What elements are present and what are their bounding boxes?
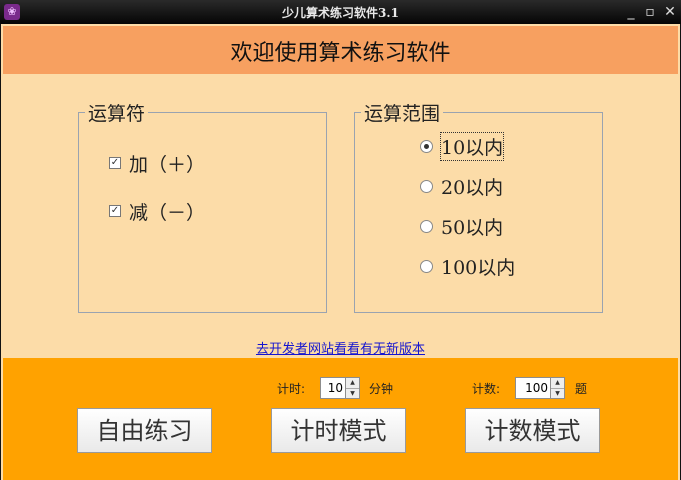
client-area: 欢迎使用算术练习软件 运算符 ✓ 加（＋） ✓ 减（－） 运算范围 10以内 2… [0,24,681,480]
radio-icon[interactable] [420,179,433,193]
checkbox-add[interactable]: ✓ 加（＋） [109,151,206,176]
radio-range-100-label: 100以内 [441,256,516,279]
radio-range-20-label: 20以内 [441,176,504,199]
title-bar[interactable]: ❀ 少儿算术练习软件3.1 _ ▫ ✕ [0,0,681,24]
mode-panel: 计时: 10 ▲ ▼ 分钟 计数: 100 ▲ ▼ 题 自由练习 计时模式 计数… [3,358,678,480]
checkbox-add-label: 加（＋） [129,153,206,176]
operators-group: 运算符 ✓ 加（＋） ✓ 减（－） [78,99,327,313]
free-practice-button[interactable]: 自由练习 [77,408,212,453]
radio-range-20[interactable]: 20以内 [420,174,504,199]
page-title: 欢迎使用算术练习软件 [230,41,451,66]
timer-label: 计时: [277,382,306,396]
window-title: 少儿算术练习软件3.1 [282,6,399,20]
radio-selected-icon[interactable] [420,139,433,153]
minimize-icon[interactable]: _ [621,2,641,22]
radio-icon[interactable] [420,219,433,233]
counter-stepper[interactable]: 100 ▲ ▼ [515,377,565,399]
timer-unit: 分钟 [369,382,394,396]
timed-mode-button[interactable]: 计时模式 [271,408,406,453]
app-window: ❀ 少儿算术练习软件3.1 _ ▫ ✕ 欢迎使用算术练习软件 运算符 ✓ 加（＋… [0,0,681,480]
spinner-arrows[interactable]: ▲ ▼ [345,378,359,398]
spinner-down-icon[interactable]: ▼ [346,389,359,399]
counter-label: 计数: [472,382,501,396]
count-mode-button[interactable]: 计数模式 [465,408,600,453]
timer-value[interactable]: 10 [321,378,345,398]
counter-value[interactable]: 100 [516,378,550,398]
spinner-arrows[interactable]: ▲ ▼ [550,378,564,398]
header-banner: 欢迎使用算术练习软件 [3,26,678,74]
checkbox-subtract[interactable]: ✓ 减（－） [109,199,206,224]
spinner-down-icon[interactable]: ▼ [551,389,564,399]
radio-range-50[interactable]: 50以内 [420,214,504,239]
radio-range-100[interactable]: 100以内 [420,254,516,279]
checkbox-checked-icon[interactable]: ✓ [109,205,121,217]
range-legend: 运算范围 [361,99,444,126]
maximize-icon[interactable]: ▫ [640,2,660,22]
range-group: 运算范围 10以内 20以内 50以内 100以内 [354,99,603,313]
operators-legend: 运算符 [85,99,149,126]
spinner-up-icon[interactable]: ▲ [346,378,359,389]
timer-stepper[interactable]: 10 ▲ ▼ [320,377,360,399]
check-update-link[interactable]: 去开发者网站看看有无新版本 [1,338,680,357]
radio-range-10[interactable]: 10以内 [420,131,505,161]
radio-range-10-label: 10以内 [439,131,505,161]
radio-icon[interactable] [420,259,433,273]
radio-range-50-label: 50以内 [441,216,504,239]
checkbox-checked-icon[interactable]: ✓ [109,157,121,169]
spinner-up-icon[interactable]: ▲ [551,378,564,389]
checkbox-subtract-label: 减（－） [129,201,206,224]
counter-unit: 题 [575,382,588,396]
close-icon[interactable]: ✕ [660,2,680,22]
